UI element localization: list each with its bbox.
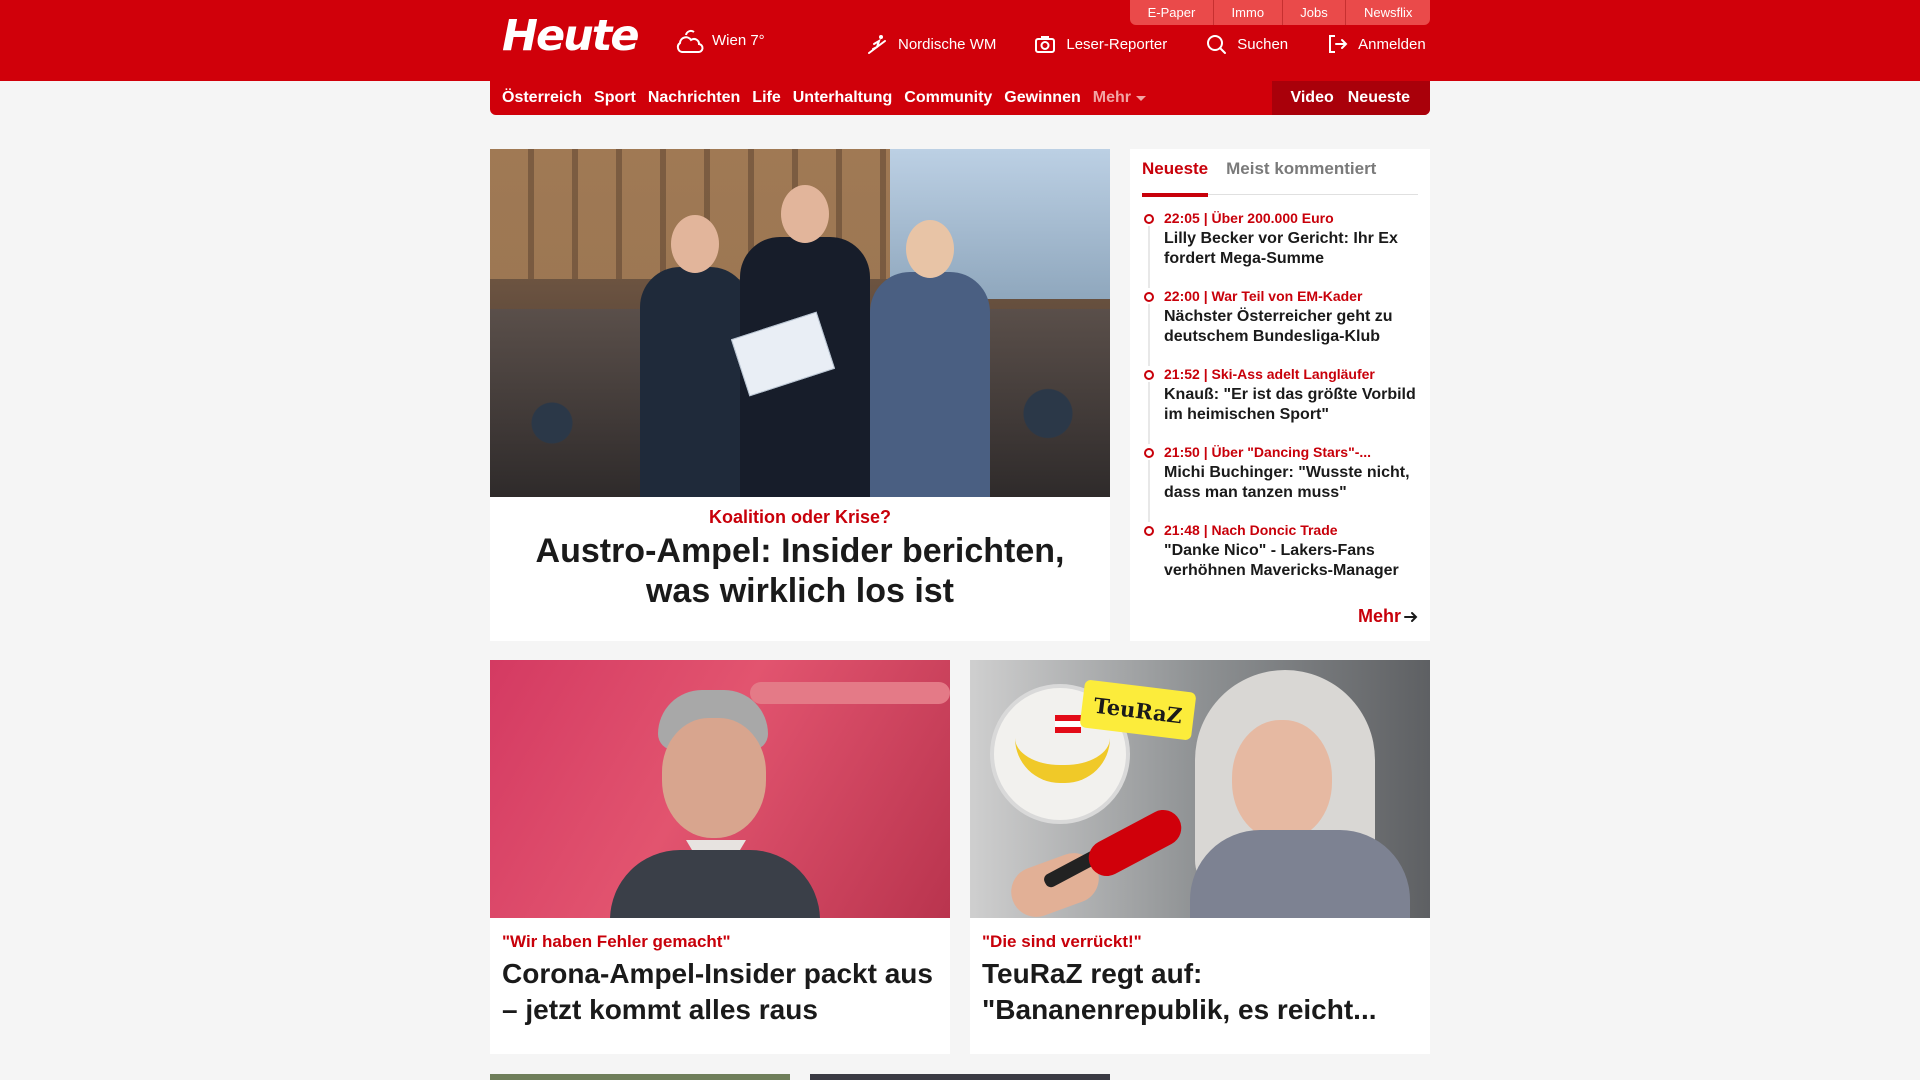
header-actions: Nordische WM Leser-Reporter Suchen Anmel… [866,33,1426,55]
timeline-line [1148,460,1150,522]
microphone-icon [1082,803,1188,883]
austria-flag-icon [1055,715,1081,733]
article-title[interactable]: TeuRaZ regt auf: "Bananenrepublik, es re… [982,956,1418,1028]
hero-person [870,220,990,497]
news-list: 22:05 | Über 200.000 Euro Lilly Becker v… [1142,209,1418,599]
sidebar-more-link[interactable]: Mehr [1358,606,1418,627]
weather-widget[interactable]: Wien 7° [672,25,765,55]
nav-more-dropdown[interactable]: Mehr [1093,89,1146,107]
main-nav: Österreich Sport Nachrichten Life Unterh… [490,81,1430,115]
hero-person-head [671,215,719,273]
search-icon [1207,35,1227,54]
portrait-face [662,718,766,838]
nav-item-sport[interactable]: Sport [594,89,636,107]
site-header: Heute Wien 7° Nordische WM Leser-Reporte… [0,0,1920,81]
list-item[interactable]: 21:48 | Nach Doncic Trade "Danke Nico" -… [1142,521,1418,599]
news-meta: 21:48 | Nach Doncic Trade [1164,522,1338,538]
header-action-label: Suchen [1237,35,1289,53]
list-item[interactable]: 21:50 | Über "Dancing Stars"-... Michi B… [1142,443,1418,522]
timeline-dot-icon [1144,370,1154,380]
nav-item-video[interactable]: Video [1290,89,1333,107]
login-icon [1329,35,1348,53]
nav-item-community[interactable]: Community [904,89,992,107]
hero-kicker: Koalition oder Krise? [708,507,892,527]
article-teaser-image[interactable] [810,1074,1110,1080]
heute-logo[interactable]: Heute [502,10,639,62]
list-item[interactable]: 21:52 | Ski-Ass adelt Langläufer Knauß: … [1142,365,1418,444]
hero-person-head [906,220,954,278]
nav-more-label: Mehr [1092,89,1131,106]
top-link-newsflix[interactable]: Newsflix [1346,0,1430,25]
hero-person-head [781,185,829,243]
news-meta: 21:50 | Über "Dancing Stars"-... [1164,444,1372,460]
article-card[interactable]: "Wir haben Fehler gemacht" Corona-Ampel-… [490,660,950,1054]
article-card-image[interactable] [490,660,950,918]
news-title[interactable]: "Danke Nico" - Lakers-Fans verhöhnen Mav… [1164,541,1418,581]
arrow-right-icon [1404,611,1418,622]
top-link-jobs[interactable]: Jobs [1283,0,1347,25]
news-title[interactable]: Lilly Becker vor Gericht: Ihr Ex fordert… [1164,229,1418,269]
top-link-immo[interactable]: Immo [1214,0,1283,25]
news-meta: 22:00 | War Teil von EM-Kader [1164,288,1363,304]
nav-item-unterhaltung[interactable]: Unterhaltung [793,89,893,107]
header-action-login[interactable]: Anmelden [1326,33,1426,55]
timeline-dot-icon [1144,526,1154,536]
list-item[interactable]: 22:00 | War Teil von EM-Kader Nächster Ö… [1142,287,1418,366]
timeline-dot-icon [1144,292,1154,302]
nav-right: Video Neueste [1272,81,1430,115]
logo-text: Heute [502,11,639,61]
header-action-label: Nordische WM [898,35,997,53]
tab-meist-kommentiert[interactable]: Meist kommentiert [1226,157,1376,195]
news-title[interactable]: Nächster Österreicher geht zu deutschem … [1164,307,1418,347]
header-action-label: Anmelden [1358,35,1426,53]
nav-items: Österreich Sport Nachrichten Life Unterh… [502,81,1146,115]
hero-article[interactable]: Koalition oder Krise? Austro-Ampel: Insi… [490,149,1110,641]
weather-label: Wien 7° [712,31,765,49]
list-item[interactable]: 22:05 | Über 200.000 Euro Lilly Becker v… [1142,209,1418,288]
skier-icon [868,35,886,54]
camera-icon [1035,36,1056,53]
article-kicker: "Die sind verrückt!" [982,932,1142,951]
news-meta: 21:52 | Ski-Ass adelt Langläufer [1164,366,1375,382]
timeline-line [1148,304,1150,366]
cloud-sun-icon [676,29,704,53]
header-action-search[interactable]: Suchen [1205,33,1288,55]
nav-item-gewinnen[interactable]: Gewinnen [1004,89,1080,107]
portrait-woman-coat [1190,830,1410,918]
nav-item-nachrichten[interactable]: Nachrichten [648,89,740,107]
portrait-woman-face [1232,720,1332,840]
news-title[interactable]: Michi Buchinger: "Wusste nicht, dass man… [1164,463,1418,503]
nav-item-life[interactable]: Life [752,89,780,107]
news-meta: 22:05 | Über 200.000 Euro [1164,210,1334,226]
timeline-dot-icon [1144,214,1154,224]
chevron-down-icon [1135,95,1146,101]
header-action-leser-reporter[interactable]: Leser-Reporter [1034,33,1167,55]
article-kicker: "Wir haben Fehler gemacht" [502,932,731,951]
sidebar-tabs: Neueste Meist kommentiert [1142,157,1418,197]
sidebar-more-label: Mehr [1357,606,1401,626]
timeline-line [1148,382,1150,444]
hero-image[interactable] [490,149,1110,497]
article-title[interactable]: Corona-Ampel-Insider packt aus – jetzt k… [502,956,938,1028]
news-title[interactable]: Knauß: "Er ist das größte Vorbild im hei… [1164,385,1418,425]
header-action-label: Leser-Reporter [1066,35,1168,53]
hero-title[interactable]: Austro-Ampel: Insider berichten, was wir… [510,531,1090,611]
tab-neueste[interactable]: Neueste [1142,157,1209,197]
top-links: E-Paper Immo Jobs Newsflix [1130,0,1430,25]
article-card-image[interactable]: TeuRaZ [970,660,1430,918]
hero-person [640,215,750,497]
news-sidebar: Neueste Meist kommentiert 22:05 | Über 2… [1130,149,1430,641]
nav-item-neueste[interactable]: Neueste [1348,89,1410,107]
portrait-man [610,690,820,918]
timeline-line [1148,226,1150,288]
article-card[interactable]: TeuRaZ "Die sind verrückt!" TeuRaZ regt … [970,660,1430,1054]
timeline-dot-icon [1144,448,1154,458]
header-action-nordische-wm[interactable]: Nordische WM [866,33,996,55]
article-teaser-image[interactable] [490,1074,790,1080]
top-link-epaper[interactable]: E-Paper [1130,0,1214,25]
nav-item-oesterreich[interactable]: Österreich [502,89,582,107]
portrait-body [610,850,820,918]
